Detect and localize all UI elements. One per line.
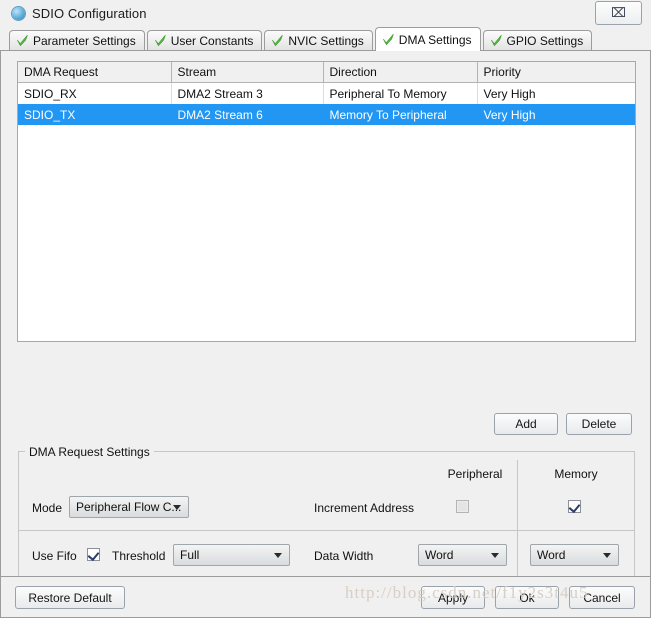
increment-address-memory-checkbox[interactable] xyxy=(568,500,581,513)
cell-dma-request: SDIO_TX xyxy=(18,104,172,125)
data-width-peripheral-value: Word xyxy=(425,548,454,562)
data-width-memory-value: Word xyxy=(537,548,566,562)
data-width-label: Data Width xyxy=(314,549,374,563)
tab-label: Parameter Settings xyxy=(33,33,136,48)
use-fifo-checkbox[interactable] xyxy=(87,548,100,561)
tab-user-constants[interactable]: User Constants xyxy=(146,30,263,50)
dialog-button-bar: Restore Default Apply Ok Cancel xyxy=(0,576,651,618)
close-button[interactable]: ⌧ xyxy=(595,1,642,25)
green-check-icon xyxy=(16,34,29,47)
delete-button[interactable]: Delete xyxy=(566,413,632,435)
cell-stream: DMA2 Stream 6 xyxy=(171,104,324,125)
sdio-circle-icon xyxy=(12,7,25,20)
cancel-button[interactable]: Cancel xyxy=(569,586,635,609)
window-title: SDIO Configuration xyxy=(32,6,147,21)
increment-address-peripheral-checkbox[interactable] xyxy=(456,500,469,513)
cell-priority: Very High xyxy=(477,104,635,125)
data-width-memory-dropdown[interactable]: Word xyxy=(530,544,619,566)
chevron-down-icon xyxy=(491,553,499,558)
column-header-priority[interactable]: Priority xyxy=(477,62,635,83)
column-header-dma-request[interactable]: DMA Request xyxy=(18,62,172,83)
apply-button[interactable]: Apply xyxy=(421,586,485,609)
cell-dma-request: SDIO_RX xyxy=(18,82,172,104)
cell-direction: Peripheral To Memory xyxy=(323,82,478,104)
use-fifo-label: Use Fifo xyxy=(32,549,77,563)
tab-parameter-settings[interactable]: Parameter Settings xyxy=(9,30,145,50)
tab-dma-settings[interactable]: DMA Settings xyxy=(374,27,481,51)
dma-request-settings-title: DMA Request Settings xyxy=(25,445,154,459)
mode-value: Peripheral Flow C... xyxy=(76,500,182,514)
dma-request-table: DMA Request Stream Direction Priority SD… xyxy=(18,62,635,125)
tab-label: User Constants xyxy=(170,33,254,48)
ok-button[interactable]: Ok xyxy=(495,586,559,609)
settings-horizontal-divider xyxy=(19,530,634,531)
cell-direction: Memory To Peripheral xyxy=(323,104,478,125)
green-check-icon xyxy=(382,33,395,46)
memory-column-header: Memory xyxy=(554,467,598,481)
column-header-stream[interactable]: Stream xyxy=(171,62,324,83)
threshold-value: Full xyxy=(180,548,200,562)
title-bar: SDIO Configuration ⌧ xyxy=(0,0,651,27)
cell-priority: Very High xyxy=(483,86,536,101)
tab-label: GPIO Settings xyxy=(506,33,584,48)
chevron-down-icon xyxy=(274,553,282,558)
restore-default-button[interactable]: Restore Default xyxy=(15,586,125,609)
table-row[interactable]: SDIO_RX DMA2 Stream 3 Peripheral To Memo… xyxy=(18,82,635,104)
dma-settings-panel: DMA Request Stream Direction Priority SD… xyxy=(0,51,651,615)
chevron-down-icon xyxy=(603,553,611,558)
chevron-down-icon xyxy=(173,505,181,510)
green-check-icon xyxy=(490,34,503,47)
add-button[interactable]: Add xyxy=(494,413,558,435)
tab-bar: Parameter Settings User Constants NVIC S… xyxy=(0,27,651,51)
green-check-icon xyxy=(271,34,284,47)
tab-label: DMA Settings xyxy=(398,32,472,47)
cell-stream: DMA2 Stream 3 xyxy=(171,82,324,104)
tab-label: NVIC Settings xyxy=(288,33,364,48)
tab-nvic-settings[interactable]: NVIC Settings xyxy=(264,30,373,50)
threshold-label: Threshold xyxy=(112,549,166,563)
peripheral-column-header: Peripheral xyxy=(447,467,503,481)
mode-label: Mode xyxy=(32,501,63,515)
tab-gpio-settings[interactable]: GPIO Settings xyxy=(482,30,593,50)
dma-request-table-container[interactable]: DMA Request Stream Direction Priority SD… xyxy=(17,61,636,342)
increment-address-label: Increment Address xyxy=(314,501,415,515)
sdio-configuration-dialog: SDIO Configuration ⌧ Parameter Settings … xyxy=(0,0,651,618)
column-header-direction[interactable]: Direction xyxy=(323,62,478,83)
green-check-icon xyxy=(154,34,167,47)
table-header-row: DMA Request Stream Direction Priority xyxy=(18,62,635,83)
data-width-peripheral-dropdown[interactable]: Word xyxy=(418,544,507,566)
mode-dropdown[interactable]: Peripheral Flow C... xyxy=(69,496,189,518)
table-row-selected[interactable]: SDIO_TX DMA2 Stream 6 Memory To Peripher… xyxy=(18,104,635,125)
threshold-dropdown[interactable]: Full xyxy=(173,544,290,566)
close-icon: ⌧ xyxy=(611,5,626,20)
